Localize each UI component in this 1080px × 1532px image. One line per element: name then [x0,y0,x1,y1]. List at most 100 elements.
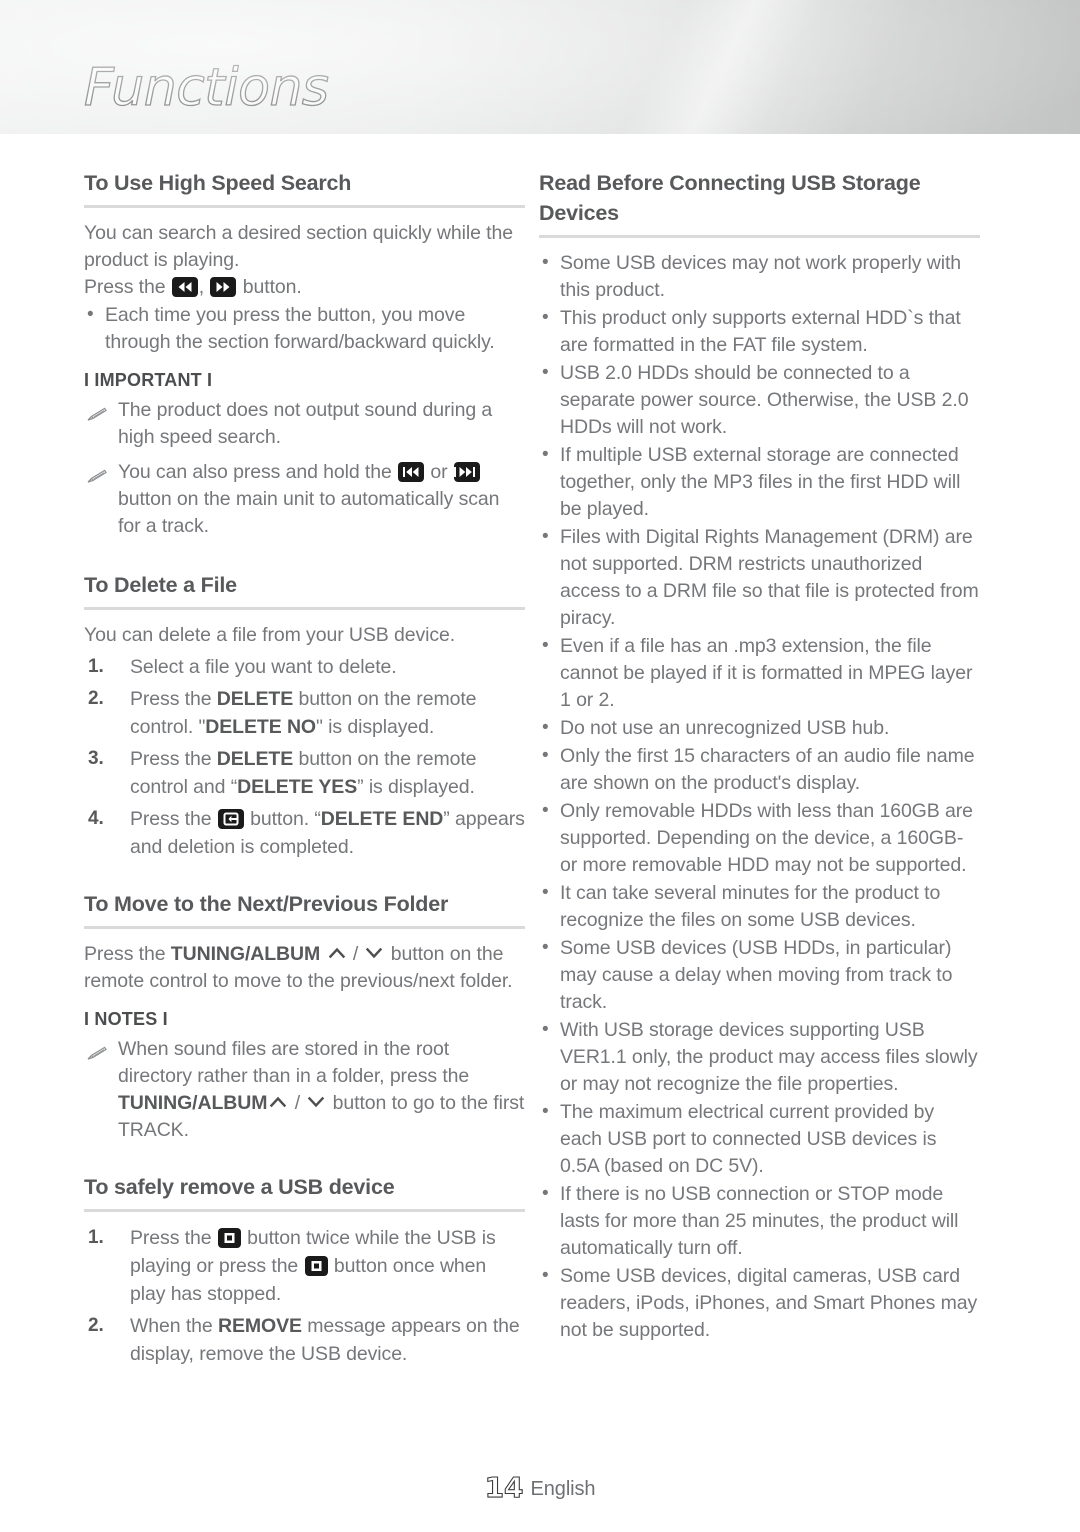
list-item: Some USB devices may not work properly w… [539,249,980,304]
list-item: Files with Digital Rights Management (DR… [539,523,980,632]
pencil-note-icon [86,465,108,483]
notes-list-folder: When sound files are stored in the root … [84,1036,525,1144]
section-title-delete-file: To Delete a File [84,573,237,597]
rewind-button-icon [171,277,198,297]
footer-page-number: 14 [484,1470,524,1504]
section-next-previous-folder: To Move to the Next/Previous Folder Pres… [84,889,525,1144]
important-label: I IMPORTANT I [84,370,213,390]
section-divider [84,1209,525,1212]
stop-button-icon [304,1256,328,1276]
delete-yes-keyword: DELETE YES [237,776,358,798]
skip-forward-button-icon [453,462,480,482]
press-the-text: Press the [84,276,171,298]
paragraph-tuning-album: Press the TUNING/ALBUM / button on the r… [84,941,525,995]
remove-keyword: REMOVE [217,1315,302,1337]
section-safely-remove-usb: To safely remove a USB device Press the … [84,1172,525,1368]
page-content: To Use High Speed Search You can search … [0,134,1080,1532]
note-text: The product does not output sound during… [118,399,493,448]
section-title-read-before-connecting-usb: Read Before Connecting USB Storage Devic… [539,171,921,225]
left-column: To Use High Speed Search You can search … [84,134,525,1374]
list-item: Press the button twice while the USB is … [84,1224,525,1308]
skip-back-button-icon [398,462,425,482]
list-item: The product does not output sound during… [84,397,525,451]
delete-end-keyword: DELETE END [320,808,444,830]
space-text [320,943,325,965]
list-item: Only removable HDDs with less than 160GB… [539,797,980,879]
note-text-a: When sound files are stored in the root … [118,1038,470,1087]
slash-text: / [347,943,364,965]
paragraph-search-intro: You can search a desired section quickly… [84,222,513,271]
list-item: Only the first 15 characters of an audio… [539,742,980,797]
section-high-speed-search: To Use High Speed Search You can search … [84,168,525,540]
list-item: The maximum electrical current provided … [539,1098,980,1180]
footer-language: English [530,1478,596,1500]
delete-no-keyword: DELETE NO [205,716,316,738]
note-text-part3: button on the main unit to automatically… [118,488,500,537]
slash-text: / [289,1092,306,1114]
section-delete-file: To Delete a File You can delete a file f… [84,570,525,861]
delete-keyword: DELETE [216,688,294,710]
list-item: Press the DELETE button on the remote co… [84,745,525,801]
list-item: Even if a file has an .mp3 extension, th… [539,632,980,714]
list-item: You can also press and hold the or butto… [84,459,525,540]
step-text-a: Press the [130,808,217,830]
step-text-a: When the [130,1315,218,1337]
list-item: Do not use an unrecognized USB hub. [539,714,980,742]
chevron-down-icon [306,1093,326,1111]
tuning-album-keyword: TUNING/ALBUM [170,943,321,965]
tuning-album-keyword: TUNING/ALBUM [118,1092,268,1114]
notes-label: I NOTES I [84,1009,168,1029]
list-item: When the REMOVE message appears on the d… [84,1312,525,1368]
important-notes-list: The product does not output sound during… [84,397,525,540]
list-item: USB 2.0 HDDs should be connected to a se… [539,359,980,441]
page-title: Functions [83,58,329,118]
section-divider [84,607,525,610]
page-header-banner: Functions [0,0,1080,134]
stop-button-icon [217,1228,241,1248]
paragraph-press-buttons: Press the , button. [84,274,525,301]
list-item: Select a file you want to delete. [88,653,397,681]
list-item: When sound files are stored in the root … [84,1036,525,1144]
list-item: If there is no USB connection or STOP mo… [539,1180,980,1262]
section-title-high-speed-search: To Use High Speed Search [84,171,352,195]
note-text-part1: You can also press and hold the [118,461,398,483]
pencil-note-icon [86,1042,108,1060]
bullet-list-high-speed-search: Each time you press the button, you move… [84,301,525,356]
list-item: This product only supports external HDD`… [539,304,980,359]
list-item: If multiple USB external storage are con… [539,441,980,523]
list-item: Press the DELETE button on the remote co… [84,685,525,741]
page-footer: 14 English [0,1470,1080,1504]
enter-button-icon [217,809,244,829]
comma-text: , [198,276,210,298]
chevron-up-icon [327,944,347,962]
note-text-part2: or [425,461,453,483]
section-title-safely-remove-usb: To safely remove a USB device [84,1175,395,1199]
list-item: With USB storage devices supporting USB … [539,1016,980,1098]
list-item: Some USB devices, digital cameras, USB c… [539,1262,980,1344]
bullet-list-usb-notes: Some USB devices may not work properly w… [539,249,980,1344]
chevron-down-icon [364,944,384,962]
list-item: Each time you press the button, you move… [84,301,525,356]
fast-forward-button-icon [210,277,237,297]
step-text-a: Press the [130,1227,217,1249]
section-divider [84,205,525,208]
section-read-before-connecting-usb: Read Before Connecting USB Storage Devic… [539,168,980,1344]
section-title-next-previous-folder: To Move to the Next/Previous Folder [84,892,449,916]
list-item: Some USB devices (USB HDDs, in particula… [539,934,980,1016]
chevron-up-icon [268,1093,288,1111]
delete-keyword: DELETE [216,748,294,770]
step-text-a: Press the [130,688,217,710]
pencil-note-icon [86,403,108,421]
step-text-a: Press the [130,748,217,770]
section-divider [539,235,980,238]
paragraph-delete-intro: You can delete a file from your USB devi… [84,624,456,646]
steps-list-safely-remove: Press the button twice while the USB is … [84,1224,525,1368]
right-column: Read Before Connecting USB Storage Devic… [539,134,980,1350]
step-text-e: ” is displayed. [357,776,475,798]
press-the-text: Press the [84,943,171,965]
button-suffix-text: button. [237,276,302,298]
step-text-b: button. “ [244,808,321,830]
steps-list-delete-file: Select a file you want to delete. Press … [84,653,525,861]
list-item: It can take several minutes for the prod… [539,879,980,934]
section-divider [84,926,525,929]
